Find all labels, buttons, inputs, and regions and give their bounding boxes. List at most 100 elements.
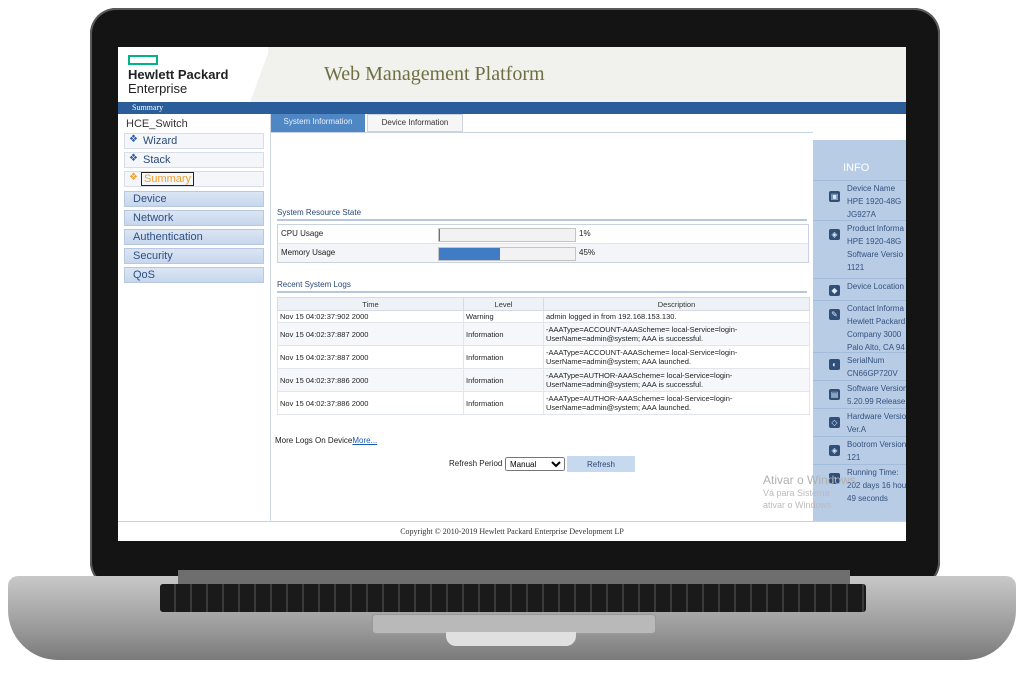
sidebar-category-authentication[interactable]: Authentication [124, 229, 264, 245]
log-description: -AAAType=AUTHOR-AAAScheme= local-Service… [543, 391, 810, 415]
info-text: 121 [847, 453, 861, 462]
info-text: 202 days 16 hou [847, 481, 906, 490]
log-description: -AAAType=ACCOUNT-AAAScheme= local-Servic… [543, 322, 810, 346]
logs-section-title: Recent System Logs [277, 280, 807, 293]
hpe-logo-rect [128, 55, 158, 65]
page-title: Web Management Platform [324, 63, 545, 85]
diamond-bullet-icon: ❖ [129, 134, 138, 145]
sidebar-category-qos[interactable]: QoS [124, 267, 264, 283]
refresh-button[interactable]: Refresh [567, 456, 635, 472]
log-description: -AAAType=AUTHOR-AAAScheme= local-Service… [543, 368, 810, 392]
info-text: HPE 1920-48G [847, 197, 902, 206]
sidebar-category-network[interactable]: Network [124, 210, 264, 226]
info-item: ◈ Bootrom Version 121 [813, 436, 906, 462]
device-name-icon: ▣ [829, 191, 840, 202]
more-logs-link[interactable]: More... [352, 436, 377, 445]
tab-bar: System Information Device Information [271, 114, 813, 133]
info-item: ▤ Software Version 5.20.99 Release [813, 380, 906, 406]
cpu-usage-bar [438, 228, 576, 242]
sidebar-item-stack[interactable]: ❖ Stack [124, 152, 264, 168]
info-text: Device Location [847, 282, 904, 291]
resource-percent: 45% [579, 248, 596, 257]
resource-section-title: System Resource State [277, 208, 807, 221]
resource-percent: 1% [579, 229, 591, 238]
table-row: Nov 15 04:02:37:886 2000 Information -AA… [277, 391, 810, 415]
tab-system-information[interactable]: System Information [271, 114, 365, 132]
log-description: -AAAType=ACCOUNT-AAAScheme= local-Servic… [543, 345, 810, 369]
log-level: Information [463, 391, 544, 415]
sidebar-item-summary[interactable]: ❖ Summary [124, 171, 264, 187]
log-time: Nov 15 04:02:37:886 2000 [277, 368, 464, 392]
logs-table: Time Level Description Nov 15 04:02:37:9… [277, 297, 810, 415]
info-item: ◔ Running Time: 202 days 16 hou 49 seconds [813, 464, 906, 503]
info-text: Product Informa [847, 224, 904, 233]
memory-usage-bar [438, 247, 576, 261]
laptop-notch [446, 632, 576, 646]
sidebar-root-switch[interactable]: HCE_Switch [126, 118, 188, 130]
log-level: Warning [463, 310, 544, 323]
resource-row-cpu: CPU Usage 1% [278, 225, 808, 244]
refresh-period-select[interactable]: Manual [505, 457, 565, 471]
diamond-bullet-icon: ❖ [129, 172, 138, 183]
info-text: CN66GP720V [847, 369, 898, 378]
header: Hewlett Packard Enterprise Web Managemen… [118, 47, 906, 102]
sidebar-category-device[interactable]: Device [124, 191, 264, 207]
watermark-line-3: ativar o Windows [763, 500, 832, 510]
log-level: Information [463, 368, 544, 392]
column-header-time: Time [277, 297, 464, 311]
info-text: Ver.A [847, 425, 867, 434]
log-time: Nov 15 04:02:37:887 2000 [277, 345, 464, 369]
hpe-logo: Hewlett Packard Enterprise [128, 55, 228, 96]
memory-usage-fill [439, 248, 501, 260]
refresh-period-label: Refresh Period [449, 459, 503, 468]
info-item: ◐ SerialNum CN66GP720V [813, 352, 906, 378]
laptop-trackpad [372, 614, 656, 634]
info-item: ◆ Device Location [813, 278, 906, 296]
info-text: Hewlett Packard [847, 317, 906, 326]
info-text: 5.20.99 Release [847, 397, 906, 406]
contact-info-icon: ✎ [829, 309, 840, 320]
laptop-frame: Hewlett Packard Enterprise Web Managemen… [0, 0, 1024, 683]
info-text: Software Version [847, 384, 906, 393]
windows-activation-watermark: Ativar o Windows Vá para Sistema ativar … [763, 473, 856, 511]
sidebar-category-security[interactable]: Security [124, 248, 264, 264]
more-logs: More Logs On DeviceMore... [275, 436, 377, 445]
sidebar-item-wizard[interactable]: ❖ Wizard [124, 133, 264, 149]
table-row: Nov 15 04:02:37:887 2000 Information -AA… [277, 345, 810, 369]
info-item: ▣ Device Name HPE 1920-48G JG927A [813, 180, 906, 219]
info-text: Bootrom Version [847, 440, 906, 449]
info-text: HPE 1920-48G [847, 237, 902, 246]
resource-name: CPU Usage [281, 229, 324, 238]
diamond-bullet-icon: ❖ [129, 153, 138, 164]
footer-copyright: Copyright © 2010-2019 Hewlett Packard En… [118, 521, 906, 541]
device-location-icon: ◆ [829, 285, 840, 296]
info-title: INFO [843, 162, 870, 174]
log-time: Nov 15 04:02:37:886 2000 [277, 391, 464, 415]
cpu-usage-fill [439, 229, 441, 241]
software-version-icon: ▤ [829, 389, 840, 400]
watermark-line-2: Vá para Sistema [763, 488, 830, 498]
info-text: SerialNum [847, 356, 885, 365]
table-row: Nov 15 04:02:37:886 2000 Information -AA… [277, 368, 810, 392]
screen: Hewlett Packard Enterprise Web Managemen… [118, 47, 906, 541]
info-text: 1121 [847, 263, 865, 272]
resource-row-memory: Memory Usage 45% [278, 244, 808, 262]
table-row: Nov 15 04:02:37:902 2000 Warning admin l… [277, 310, 810, 323]
column-header-description: Description [543, 297, 810, 311]
info-item: ✎ Contact Informa Hewlett Packard Company 3… [813, 300, 906, 352]
watermark-line-1: Ativar o Windows [763, 473, 856, 487]
resource-name: Memory Usage [281, 248, 336, 257]
bootrom-version-icon: ◈ [829, 445, 840, 456]
info-text: Device Name [847, 184, 896, 193]
hardware-version-icon: ◇ [829, 417, 840, 428]
column-header-level: Level [463, 297, 544, 311]
log-level: Information [463, 322, 544, 346]
info-text: Company 3000 [847, 330, 902, 339]
info-text: Software Versio [847, 250, 904, 259]
sidebar: HCE_Switch ❖ Wizard ❖ Stack ❖ Summary De… [118, 114, 271, 521]
logo-line-1: Hewlett Packard [128, 67, 229, 82]
info-panel: INFO ▣ Device Name HPE 1920-48G JG927A ◈ Prod… [813, 140, 906, 521]
log-time: Nov 15 04:02:37:887 2000 [277, 322, 464, 346]
product-info-icon: ◈ [829, 229, 840, 240]
tab-device-information[interactable]: Device Information [367, 114, 463, 132]
